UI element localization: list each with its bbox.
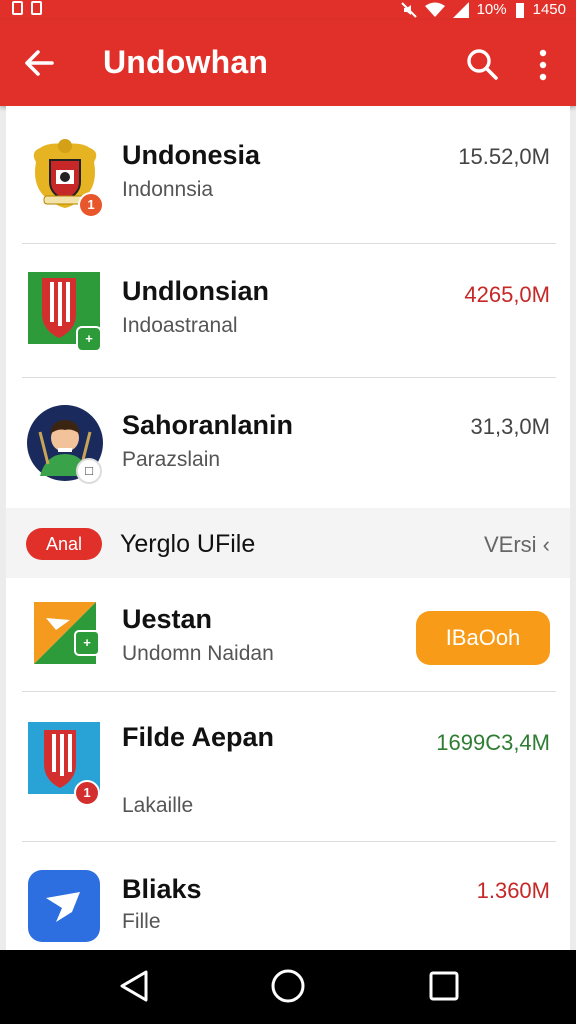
section-title: Yerglo UFile: [120, 530, 256, 558]
app-name: Bliaks: [122, 874, 202, 904]
section-pill[interactable]: Anal: [26, 528, 102, 560]
section-action[interactable]: VErsi ‹: [484, 532, 550, 558]
add-badge-icon: +: [74, 630, 100, 656]
app-subtitle: Parazslain: [122, 448, 221, 471]
section-header: Anal Yerglo UFile VErsi ‹: [6, 508, 570, 578]
app-name: Undonesia: [122, 140, 261, 170]
list-item[interactable]: 1 Filde Aepan Lakaille 1699C3,4M: [6, 692, 570, 840]
signal-icon: [452, 2, 469, 18]
open-button[interactable]: IBaOoh: [416, 611, 550, 665]
back-triangle-icon[interactable]: [116, 968, 152, 1004]
app-subtitle: Lakaille: [122, 794, 194, 817]
app-subtitle: Indoastranal: [122, 314, 238, 337]
navigation-bar: [0, 950, 576, 1024]
list-item[interactable]: + Undlonsian Indoastranal 4265,0M: [6, 244, 570, 376]
app-size: 31,3,0M: [470, 414, 551, 439]
clock: 1450: [532, 1, 566, 18]
app-subtitle: Undomn Naidan: [122, 642, 274, 665]
list-item[interactable]: □ Sahoranlanin Parazslain 31,3,0M: [6, 378, 570, 506]
notification-badge: 1: [74, 780, 100, 806]
mute-icon: [400, 2, 417, 18]
app-subtitle: Fille: [122, 910, 161, 933]
app-list: 1 Undonesia Indonnsia 15.52,0M + Undlons…: [6, 106, 570, 950]
sim-icon: [31, 1, 42, 15]
install-badge-icon: +: [76, 326, 102, 352]
phone-icon: [12, 1, 23, 15]
battery-text: 10%: [476, 1, 507, 18]
wifi-icon: [424, 2, 445, 17]
notification-badge: 1: [78, 192, 104, 218]
search-icon[interactable]: [464, 46, 500, 82]
page-title: Undowhan: [103, 44, 269, 80]
more-vertical-icon[interactable]: [530, 48, 556, 82]
list-item[interactable]: 1 Undonesia Indonnsia 15.52,0M: [6, 106, 570, 242]
app-size: 1.360M: [476, 878, 550, 903]
app-subtitle: Indonnsia: [122, 178, 214, 201]
app-name: Undlonsian: [122, 276, 269, 306]
app-name: Uestan: [122, 604, 213, 634]
blue-app-icon: [26, 868, 104, 946]
square-badge-icon: □: [76, 458, 102, 484]
app-size: 15.52,0M: [458, 144, 550, 169]
app-name: Sahoranlanin: [122, 410, 294, 440]
app-bar: Undowhan: [0, 20, 576, 106]
notification-icons: [12, 1, 42, 15]
list-item[interactable]: Bliaks Fille 1.360M: [6, 842, 570, 950]
app-size: 4265,0M: [464, 282, 550, 307]
section-action-label: VErsi: [483, 532, 537, 557]
app-size: 1699C3,4M: [436, 730, 550, 755]
chevron-left-icon: ‹: [542, 532, 550, 557]
status-bar: 10% 1450: [0, 0, 576, 20]
app-name: Filde Aepan: [122, 722, 275, 752]
recents-square-icon[interactable]: [426, 968, 462, 1004]
home-circle-icon[interactable]: [270, 968, 306, 1004]
battery-icon: [515, 3, 524, 18]
arrow-left-icon[interactable]: [22, 46, 56, 80]
